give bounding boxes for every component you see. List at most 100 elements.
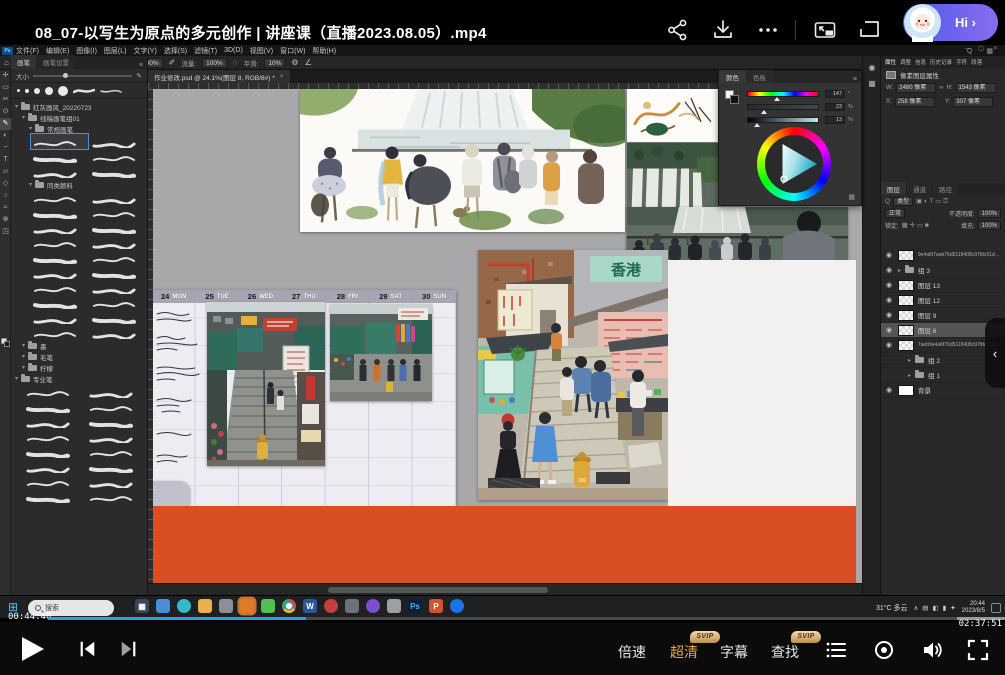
player-top-bar: 08_07-以写生为原点的多元创作 | 讲座课（直播2023.08.05）.mp… <box>0 0 1005 45</box>
brushes-panel: 画笔 画笔设置 ≡ 大小 ✎ ▾红灰画风_20220723▾线稿画笔组01▾常规… <box>11 56 148 595</box>
tab-paths: 路径 <box>933 182 958 195</box>
layer-list: ◉9e4a6f7aeb76d5118408c97fdc51d0b8◉▸组 3◉图… <box>881 248 1005 595</box>
type-tool-icon: T <box>0 154 11 166</box>
handwritten-notes <box>154 306 206 476</box>
download-icon[interactable] <box>710 17 736 43</box>
taskbar-app-chrome-icon <box>282 599 296 613</box>
scrollbar-thumb <box>328 587 548 593</box>
caret-icon: ▾ <box>22 364 25 371</box>
seek-bar[interactable] <box>48 617 1005 620</box>
brush-preset: 下雨刷 <box>24 459 85 474</box>
group-folder-icon <box>915 372 924 378</box>
floating-window-icon[interactable] <box>857 17 883 43</box>
picture-in-picture-icon[interactable] <box>812 17 838 43</box>
caret-icon: ▾ <box>22 342 25 349</box>
folder-icon <box>21 376 30 382</box>
panel-dock-strip: ◉ ▦ <box>862 56 880 595</box>
caret-icon: ▾ <box>29 125 32 132</box>
brush-preset: 小雅 <box>90 235 147 250</box>
brush-preset: 彩铅蘸笔小号 <box>31 164 88 179</box>
playback-speed-button[interactable]: 倍速 <box>618 642 646 662</box>
brush-preset: 肌理横 <box>31 220 88 235</box>
eyedropper-tool-icon: ⊙ <box>0 106 11 118</box>
taskbar-app-quark-icon <box>240 599 254 613</box>
white-canvas-panel <box>668 260 856 506</box>
hong-kong-stairs-photo <box>207 302 325 466</box>
tray-icon: ∧ <box>914 604 919 612</box>
brush-size-row: 大小 ✎ <box>11 69 147 83</box>
more-icon[interactable] <box>755 17 781 43</box>
ps-menu-item: 编辑(E) <box>46 46 69 56</box>
ps-menu-bar: 文件(F)编辑(E)图像(I)图层(L)文字(Y)选择(S)滤镜(T)3D(D)… <box>0 45 1005 56</box>
fill-value: 100% <box>978 221 1001 230</box>
subtitles-button[interactable]: 字幕 <box>720 642 748 662</box>
brush-folder: ▾常规画笔 <box>11 123 147 134</box>
layer-thumbnail <box>898 250 914 261</box>
caret-icon: ▸ <box>908 372 911 379</box>
brightness-value: 13 <box>825 116 845 124</box>
link-icon: ∞ <box>939 85 943 91</box>
video-content-area[interactable]: 文件(F)编辑(E)图像(I)图层(L)文字(Y)选择(S)滤镜(T)3D(D)… <box>0 45 1005 618</box>
svip-badge-find: SVIP <box>791 631 821 643</box>
brush-folder: ▾线稿画笔组01 <box>11 112 147 123</box>
brush-preset: 大墨点 <box>31 280 88 295</box>
playlist-icon[interactable] <box>824 638 848 662</box>
taskbar-app-netease-music-icon <box>324 599 338 613</box>
lens-settings-icon[interactable] <box>872 638 896 662</box>
saturation-value: 23 <box>825 103 845 111</box>
properties-panel-tabs: 属性调整信息历史记录字符段落 <box>881 56 1005 68</box>
brush-preset: 人群墙 <box>24 444 85 459</box>
properties-tab: 调整 <box>900 58 911 66</box>
ps-logo-icon: Ps <box>2 47 13 55</box>
play-button[interactable] <box>22 637 44 661</box>
color-panel: 颜色 色板 ≡ 147 ° 23 % 13 % <box>718 70 862 206</box>
ps-menu-item: 窗口(W) <box>280 46 305 56</box>
eye-icon: ◉ <box>884 281 894 289</box>
y-label: Y: <box>945 99 950 105</box>
layer-thumbnail <box>898 295 914 306</box>
x-value: 258 像素 <box>895 97 935 107</box>
brush-preset: 沉点 <box>31 325 88 340</box>
layer-thumbnail <box>898 385 914 396</box>
previous-episode-button[interactable] <box>76 639 98 659</box>
smooth-value: 10% <box>264 58 285 68</box>
brush-preset: 方形棕刷 <box>87 459 148 474</box>
login-button[interactable]: Hi › <box>903 4 998 41</box>
document-tab-label: 作业修改.psd @ 24.1%(图层 8, RGB/8#) * <box>154 72 275 82</box>
find-button[interactable]: 查找 <box>771 642 799 662</box>
x-label: X: <box>886 99 892 105</box>
brush-preset: 肌理2 <box>87 384 148 399</box>
tab-brushes: 画笔 <box>11 55 36 69</box>
caret-icon: ▾ <box>15 375 18 382</box>
tab-channels: 通道 <box>907 182 932 195</box>
calendar-day-header: 24MON <box>152 290 195 303</box>
marquee-tool-icon: ▭ <box>0 82 11 94</box>
caret-icon: ▾ <box>15 103 18 110</box>
progress-bar-row: 00:44:40 02:37:51 <box>0 615 1005 622</box>
pen-tool-icon: ◇ <box>0 178 11 190</box>
layer-row: ◉▸组 3 <box>881 263 1005 278</box>
folder-icon <box>28 365 37 371</box>
taskbar-app-browser-icon <box>177 599 191 613</box>
foreground-background-swatch <box>1 338 10 347</box>
playlist-expand-button[interactable]: ‹ <box>985 318 1005 388</box>
share-icon[interactable] <box>665 17 691 43</box>
ps-menu-item: 帮助(H) <box>312 46 336 56</box>
pressure-opacity-icon: ✐ <box>169 58 176 67</box>
quality-button[interactable]: 超清 <box>670 642 698 662</box>
y-value: 307 像素 <box>953 97 993 107</box>
w-label: W: <box>886 85 893 91</box>
eye-icon: ◉ <box>884 341 894 349</box>
brush-preset: 点刷 <box>24 429 85 444</box>
taskbar-app-folder-icon <box>156 599 170 613</box>
panel-menu-icon: ≡ <box>139 62 147 69</box>
brush-preset: 喷雾1 <box>24 399 85 414</box>
next-episode-button[interactable] <box>118 639 140 659</box>
fullscreen-icon[interactable] <box>966 638 990 662</box>
brush-folder: ▾墨 <box>11 340 147 351</box>
tray-icon: ✦ <box>950 604 955 612</box>
gear-icon: ⚙ <box>291 58 298 67</box>
volume-icon[interactable] <box>920 638 944 662</box>
brush-preset: 大湖子 <box>90 250 147 265</box>
hue-slider-row: 147 ° <box>747 90 850 98</box>
